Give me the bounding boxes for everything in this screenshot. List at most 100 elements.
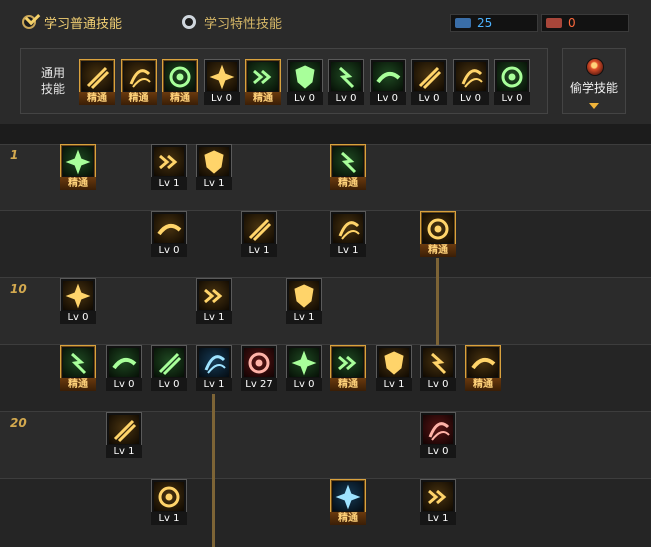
skill-level-label: 精通: [60, 378, 96, 391]
spark-icon: [154, 214, 184, 243]
skill-level-label: Lv 1: [151, 177, 187, 190]
level-marker-20: 20: [10, 416, 27, 430]
skill-level-label: Lv 0: [411, 92, 447, 105]
skill-level-label: Lv 0: [106, 378, 142, 391]
common-skill-power[interactable]: Lv 0: [452, 59, 489, 105]
star-burst-icon: [289, 348, 319, 377]
skill-level-label: Lv 1: [376, 378, 412, 391]
arrows-icon: [244, 214, 274, 243]
arc-icon: [379, 348, 409, 377]
skill-rising[interactable]: Lv 1: [151, 479, 187, 525]
skill-level-label: Lv 0: [60, 311, 96, 324]
vortex-icon: [199, 281, 229, 310]
skill-slash-green[interactable]: 精通: [60, 144, 96, 190]
skill-star-burst[interactable]: Lv 0: [286, 345, 322, 391]
skill-vortex[interactable]: Lv 1: [196, 278, 232, 324]
tab-normal-skills[interactable]: 学习普通技能: [22, 10, 122, 34]
skill-lightning-slash[interactable]: Lv 0: [60, 278, 96, 324]
skill-level-label: Lv 1: [286, 311, 322, 324]
skill-charge[interactable]: Lv 1: [286, 278, 322, 324]
skill-level-label: Lv 1: [196, 311, 232, 324]
skill-link-line: [436, 258, 439, 348]
skill-sword-green[interactable]: Lv 0: [106, 345, 142, 391]
skill-level-label: 精通: [60, 177, 96, 190]
skill-level-label: Lv 1: [106, 445, 142, 458]
skill-level-label: Lv 1: [196, 378, 232, 391]
frost-burst-icon: [333, 482, 363, 511]
scope-icon: [289, 62, 320, 91]
skill-level-label: Lv 1: [241, 244, 277, 257]
dance-icon: [333, 147, 363, 176]
skill-moon-slash[interactable]: Lv 1: [106, 412, 142, 458]
skill-spin[interactable]: Lv 1: [196, 144, 232, 190]
skill-blade-dance[interactable]: 精通: [330, 144, 366, 190]
spin-icon: [199, 147, 229, 176]
skill-holy-cross[interactable]: 精通: [465, 345, 501, 391]
skill-fist[interactable]: 精通: [60, 345, 96, 391]
skill-level-label: 精通: [162, 92, 198, 105]
fortress-icon: [423, 415, 453, 444]
power-icon: [455, 62, 486, 91]
sword-icon: [109, 348, 139, 377]
skill-frost-burst[interactable]: 精通: [330, 479, 366, 525]
common-skill-scope[interactable]: Lv 0: [286, 59, 323, 105]
radio-checked-icon[interactable]: [22, 15, 36, 29]
burst-icon: [331, 62, 361, 91]
common-skill-wings[interactable]: Lv 0: [203, 59, 240, 105]
skill-triple-arrow[interactable]: Lv 1: [241, 211, 277, 257]
common-skill-throw[interactable]: 精通: [120, 59, 157, 105]
skill-spark[interactable]: Lv 0: [151, 211, 187, 257]
tab-special-skills[interactable]: 学习特性技能: [182, 10, 282, 34]
skill-level-label: 精通: [330, 512, 366, 525]
skill-level-label: 精通: [330, 378, 366, 391]
skill-crescent[interactable]: Lv 1: [151, 144, 187, 190]
skill-tree: 1 10 20 精通 Lv 1 Lv 1 精通 Lv 0 Lv 1 Lv 1 精通 Lv 0 Lv…: [0, 124, 651, 547]
skill-cross-slash[interactable]: 精通: [330, 345, 366, 391]
level-marker-1: 1: [10, 148, 19, 162]
skill-ice-strike[interactable]: Lv 1: [196, 345, 232, 391]
steal-skill-button[interactable]: 偷学技能: [562, 48, 626, 114]
swirl-icon: [414, 62, 444, 91]
skill-arc[interactable]: Lv 1: [376, 345, 412, 391]
common-skill-stance[interactable]: Lv 0: [494, 59, 530, 105]
gear-runner-icon: [372, 62, 403, 91]
tp-value: 0: [568, 16, 576, 30]
throw-icon: [123, 62, 154, 91]
skill-level-label: 精通: [330, 177, 366, 190]
skill-level-label: Lv 0: [151, 244, 187, 257]
skill-guard[interactable]: 精通: [420, 211, 456, 257]
skill-level-label: Lv 0: [420, 445, 456, 458]
common-skill-kick[interactable]: 精通: [79, 59, 115, 105]
common-skills-label: 通用技能: [40, 66, 65, 96]
skill-level-label: Lv 0: [452, 92, 489, 105]
skill-level-label: Lv 1: [330, 244, 366, 257]
lightning-icon: [63, 281, 93, 310]
common-skill-leap[interactable]: 精通: [162, 59, 198, 105]
skill-blade-green[interactable]: Lv 0: [151, 345, 187, 391]
skill-level-label: Lv 0: [328, 92, 364, 105]
fist-icon: [63, 348, 93, 377]
cross-slash-icon: [333, 348, 363, 377]
sweep-icon: [333, 214, 363, 243]
skill-level-label: Lv 0: [286, 92, 323, 105]
moon-icon: [109, 415, 139, 444]
skill-level-label: 精通: [420, 244, 456, 257]
common-skill-gear[interactable]: Lv 0: [369, 59, 406, 105]
level-marker-10: 10: [10, 282, 27, 296]
common-skill-burst[interactable]: Lv 0: [328, 59, 364, 105]
leap-icon: [165, 62, 195, 91]
red-blade-icon: [244, 348, 274, 377]
skill-red-blade[interactable]: Lv 27: [241, 345, 277, 391]
skill-flash[interactable]: Lv 0: [420, 345, 456, 391]
dropdown-arrow-icon[interactable]: [589, 103, 599, 109]
sp-value: 25: [477, 16, 493, 30]
skill-sweep[interactable]: Lv 1: [330, 211, 366, 257]
skill-wind-slash[interactable]: Lv 1: [420, 479, 456, 525]
common-skill-target[interactable]: 精通: [245, 59, 281, 105]
skill-level-label: 精通: [245, 92, 281, 105]
blade-icon: [154, 348, 184, 377]
radio-unchecked-icon[interactable]: [182, 15, 196, 29]
skill-fortress[interactable]: Lv 0: [420, 412, 456, 458]
common-skill-swirl[interactable]: Lv 0: [411, 59, 447, 105]
sp-icon: [455, 18, 471, 28]
